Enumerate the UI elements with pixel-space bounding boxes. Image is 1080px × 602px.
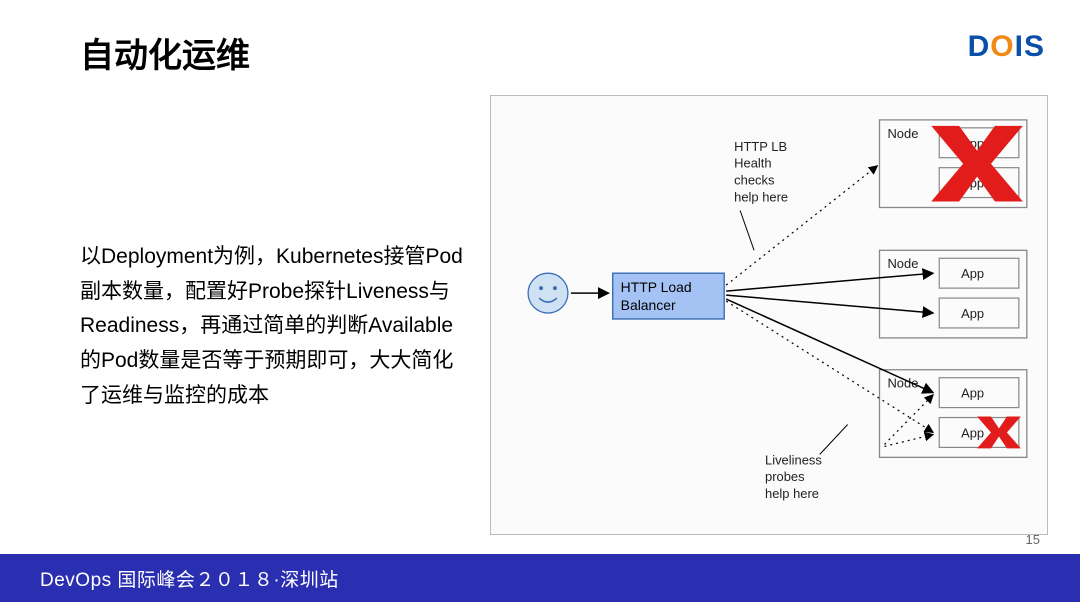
slide-title: 自动化运维 — [80, 28, 250, 77]
arrow-lb-to-app3a — [726, 299, 933, 393]
svg-text:App: App — [961, 386, 984, 401]
architecture-diagram: HTTP Load Balancer HTTP LB Health checks… — [490, 95, 1048, 535]
svg-text:checks: checks — [734, 173, 774, 188]
dois-logo: D O I S — [968, 30, 1045, 64]
svg-text:Health: Health — [734, 156, 771, 171]
svg-text:Node: Node — [887, 126, 918, 141]
arrow-lb-to-app2b — [726, 295, 933, 313]
svg-text:App: App — [961, 425, 984, 440]
svg-text:Node: Node — [887, 256, 918, 271]
annotation-liveliness-probes: Liveliness probes help here — [765, 452, 822, 501]
body-paragraph: 以Deployment为例，Kubernetes接管Pod副本数量，配置好Pro… — [80, 240, 470, 413]
logo-i: I — [1015, 30, 1024, 64]
svg-text:help here: help here — [765, 486, 819, 501]
svg-text:App: App — [961, 266, 984, 281]
svg-text:HTTP LB: HTTP LB — [734, 139, 787, 154]
annotation-http-lb-health: HTTP LB Health checks help here — [734, 139, 788, 205]
node-2: Node App App — [879, 250, 1026, 338]
logo-o: O — [990, 30, 1014, 64]
logo-s: S — [1024, 30, 1045, 64]
footer-bar: DevOps 国际峰会２０１８·深圳站 — [0, 554, 1080, 602]
svg-text:help here: help here — [734, 190, 788, 205]
svg-text:App: App — [961, 306, 984, 321]
lb-line1: HTTP Load — [621, 279, 692, 295]
arrow-dotted-probe-to-app3a — [884, 395, 933, 445]
http-load-balancer: HTTP Load Balancer — [613, 273, 724, 319]
svg-text:Liveliness: Liveliness — [765, 452, 822, 467]
lb-line2: Balancer — [621, 297, 676, 313]
arrow-lb-to-app2a — [726, 273, 933, 291]
page-number: 15 — [1026, 532, 1040, 547]
footer-text: DevOps 国际峰会２０１８·深圳站 — [40, 565, 339, 592]
arrow-dotted-lb-to-app3b — [726, 301, 933, 432]
logo-d: D — [968, 30, 991, 64]
diagram-svg: HTTP Load Balancer HTTP LB Health checks… — [491, 96, 1047, 534]
arrow-dotted-probe-to-app3b — [884, 434, 933, 446]
user-smiley-icon — [528, 273, 568, 313]
svg-text:probes: probes — [765, 469, 805, 484]
